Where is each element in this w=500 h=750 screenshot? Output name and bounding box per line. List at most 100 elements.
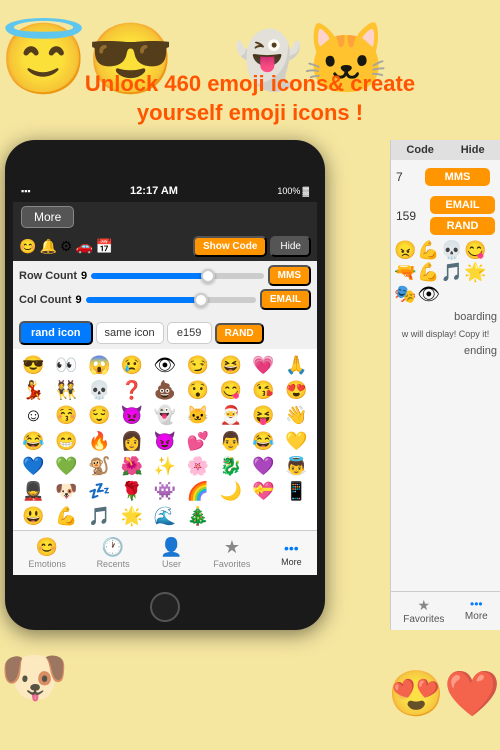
- col-count-value: 9: [76, 294, 82, 306]
- emoji-cell[interactable]: ☺: [17, 403, 50, 428]
- emoji-cell[interactable]: 😝: [247, 403, 280, 428]
- emoji-cell[interactable]: 😎: [17, 353, 50, 378]
- emoji-cell[interactable]: 💝: [247, 479, 280, 504]
- tab-bar: 😊 Emotions 🕐 Recents 👤 User ★ Favorites …: [13, 530, 317, 575]
- emoji-cell[interactable]: 😚: [50, 403, 83, 428]
- tab-favorites[interactable]: ★ Favorites: [213, 537, 250, 569]
- emoji-cell[interactable]: 💚: [50, 454, 83, 479]
- mms-button[interactable]: MMS: [268, 265, 311, 286]
- emoji-cell[interactable]: 😋: [214, 378, 247, 403]
- emoji-cell[interactable]: 👨: [214, 429, 247, 454]
- tab-recents[interactable]: 🕐 Recents: [97, 537, 130, 569]
- favorites-tab-label: Favorites: [213, 559, 250, 569]
- emoji-cell[interactable]: 💜: [247, 454, 280, 479]
- emoji-cell[interactable]: 👼: [280, 454, 313, 479]
- emoji-cell[interactable]: 💩: [149, 378, 182, 403]
- emoji-cell[interactable]: 💂: [17, 479, 50, 504]
- emoji-cell[interactable]: 😆: [214, 353, 247, 378]
- tab-user[interactable]: 👤 User: [160, 537, 182, 569]
- row-slider[interactable]: [91, 273, 263, 279]
- rand-button[interactable]: RAND: [215, 323, 264, 344]
- right-panel-bottom-bar: ★ Favorites ••• More: [391, 591, 500, 630]
- emoji-cell[interactable]: 💀: [83, 378, 116, 403]
- emoji-cell[interactable]: 🐒: [83, 454, 116, 479]
- show-code-button[interactable]: Show Code: [193, 236, 267, 257]
- emoji-cell[interactable]: 😏: [181, 353, 214, 378]
- home-button[interactable]: [150, 592, 180, 622]
- emoji-cell[interactable]: ❓: [116, 378, 149, 403]
- emoji-cell[interactable]: 🔥: [83, 429, 116, 454]
- emoji-cell[interactable]: 🙏: [280, 353, 313, 378]
- headline-line1: Unlock 460 emoji icons& create: [10, 70, 490, 99]
- emoji-cell[interactable]: 😱: [83, 353, 116, 378]
- more-label[interactable]: More: [465, 611, 488, 622]
- emoji-cell[interactable]: 👿: [116, 403, 149, 428]
- more-row: More: [13, 202, 317, 232]
- right-email-button[interactable]: EMAIL: [430, 196, 495, 214]
- emoji-cell[interactable]: 🌹: [116, 479, 149, 504]
- emoji-cell[interactable]: 🌸: [181, 454, 214, 479]
- emoji-icon-3[interactable]: ⚙: [60, 238, 73, 255]
- emoji-cell[interactable]: 🌟: [116, 504, 149, 529]
- right-panel-copy-text: w will display! Copy it!: [391, 326, 500, 342]
- emoji-cell[interactable]: 🎄: [181, 504, 214, 529]
- recents-label: Recents: [97, 559, 130, 569]
- favorites-label[interactable]: Favorites: [403, 614, 444, 625]
- right-rand-button[interactable]: RAND: [430, 217, 495, 235]
- emoji-cell[interactable]: 🌊: [149, 504, 182, 529]
- emoji-cell[interactable]: 😢: [116, 353, 149, 378]
- emoji-cell[interactable]: 😂: [247, 429, 280, 454]
- emoji-cell[interactable]: 😁: [50, 429, 83, 454]
- emoji-cell[interactable]: 🎵: [83, 504, 116, 529]
- emoji-icon-2[interactable]: 🔔: [39, 238, 56, 255]
- emoji-cell[interactable]: 🐶: [50, 479, 83, 504]
- emoji-cell[interactable]: 😘: [247, 378, 280, 403]
- emoji-cell[interactable]: 👾: [149, 479, 182, 504]
- emoji-cell[interactable]: 😂: [17, 429, 50, 454]
- emoji-cell[interactable]: 🌈: [181, 479, 214, 504]
- emoji-cell[interactable]: 😈: [149, 429, 182, 454]
- rand-icon-button[interactable]: rand icon: [19, 321, 93, 345]
- emoji-cell[interactable]: 👁: [149, 353, 182, 378]
- right-panel-number2: 159: [396, 209, 416, 223]
- emoji-icon-4[interactable]: 🚗: [75, 238, 92, 255]
- emoji-cell[interactable]: 👯: [50, 378, 83, 403]
- emoji-cell[interactable]: 💃: [17, 378, 50, 403]
- emoji-cell[interactable]: 👀: [50, 353, 83, 378]
- tab-more[interactable]: ••• More: [281, 540, 302, 567]
- emoji-cell[interactable]: 💤: [83, 479, 116, 504]
- emoji-cell[interactable]: 😃: [17, 504, 50, 529]
- emoji-icon-1[interactable]: 😊: [19, 238, 36, 255]
- hide-button[interactable]: Hide: [270, 236, 311, 257]
- emoji-cell[interactable]: 🐱: [181, 403, 214, 428]
- same-icon-button[interactable]: same icon: [96, 322, 164, 344]
- emoji-cell[interactable]: 👩: [116, 429, 149, 454]
- emoji-cell[interactable]: 🐉: [214, 454, 247, 479]
- emoji-cell[interactable]: 👋: [280, 403, 313, 428]
- col-slider[interactable]: [86, 297, 256, 303]
- emoji-icon-5[interactable]: 📅: [96, 238, 113, 255]
- emoji-cell[interactable]: 🎅: [214, 403, 247, 428]
- right-panel-side-label2: ending: [391, 342, 500, 360]
- code-input[interactable]: [167, 322, 212, 344]
- more-button[interactable]: More: [21, 206, 74, 228]
- emoji-cell[interactable]: 📱: [280, 479, 313, 504]
- emoji-cell[interactable]: 😍: [280, 378, 313, 403]
- emoji-cell[interactable]: 🌺: [116, 454, 149, 479]
- right-panel-hide-label: Hide: [461, 144, 485, 156]
- emoji-cell[interactable]: 🌙: [214, 479, 247, 504]
- emoji-cell[interactable]: 😯: [181, 378, 214, 403]
- email-button[interactable]: EMAIL: [260, 289, 311, 310]
- right-panel-header: Code Hide: [391, 140, 500, 160]
- emoji-cell[interactable]: 💙: [17, 454, 50, 479]
- tab-emotions[interactable]: 😊 Emotions: [28, 537, 66, 569]
- emoji-cell[interactable]: 😌: [83, 403, 116, 428]
- headline-line2: yourself emoji icons !: [10, 99, 490, 128]
- emoji-cell[interactable]: 👻: [149, 403, 182, 428]
- emoji-cell[interactable]: 💪: [50, 504, 83, 529]
- emoji-cell[interactable]: ✨: [149, 454, 182, 479]
- right-mms-button[interactable]: MMS: [425, 168, 490, 186]
- emoji-cell[interactable]: 💛: [280, 429, 313, 454]
- emoji-cell[interactable]: 💗: [247, 353, 280, 378]
- emoji-cell[interactable]: 💕: [181, 429, 214, 454]
